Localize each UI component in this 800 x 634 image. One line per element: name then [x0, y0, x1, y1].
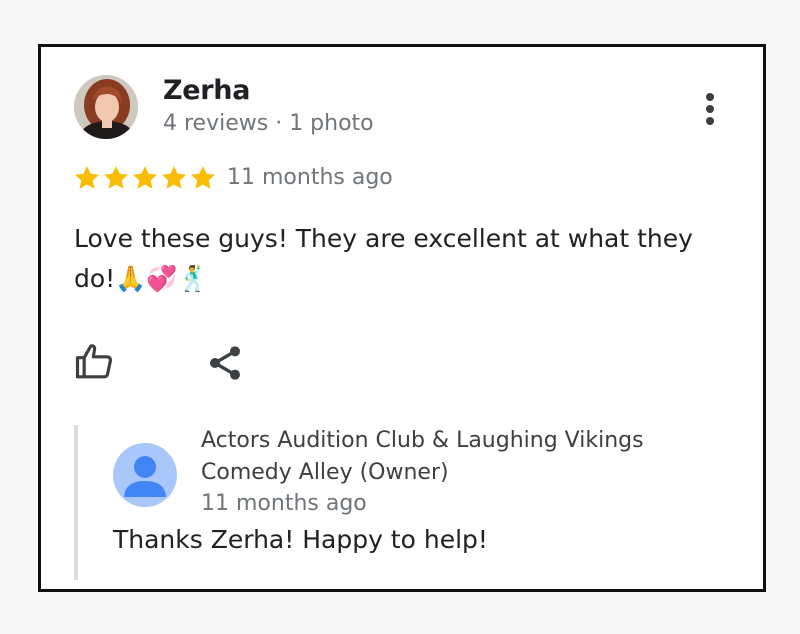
owner-response-text: Thanks Zerha! Happy to help! [113, 525, 488, 554]
reviewer-photo [74, 75, 138, 139]
more-options-button[interactable] [695, 89, 725, 129]
more-vert-dot [706, 105, 714, 113]
share-button[interactable] [205, 343, 245, 383]
reviewer-name[interactable]: Zerha [163, 75, 250, 106]
owner-name: Actors Audition Club & Laughing Vikings … [201, 428, 644, 485]
star-icon [161, 166, 187, 189]
owner-avatar [113, 443, 177, 507]
more-vert-dot [706, 117, 714, 125]
person-icon [124, 456, 166, 497]
like-button[interactable] [75, 341, 115, 381]
share-icon [210, 346, 240, 380]
reviewer-avatar[interactable] [74, 75, 138, 139]
review-time: 11 months ago [227, 165, 393, 190]
review-card: Zerha 4 reviews · 1 photo 11 months ago … [38, 44, 766, 592]
reviewer-meta: 4 reviews · 1 photo [163, 111, 374, 136]
star-rating [73, 164, 217, 192]
star-icon [74, 166, 100, 189]
review-text: Love these guys! They are excellent at w… [74, 224, 693, 293]
star-icon [190, 166, 216, 189]
star-icon [103, 166, 129, 189]
more-vert-icon [706, 93, 714, 101]
thumb-up-icon [75, 344, 112, 379]
owner-response-time: 11 months ago [201, 491, 367, 516]
owner-response: Actors Audition Club & Laughing Vikings … [74, 425, 724, 580]
star-icon [132, 166, 158, 189]
